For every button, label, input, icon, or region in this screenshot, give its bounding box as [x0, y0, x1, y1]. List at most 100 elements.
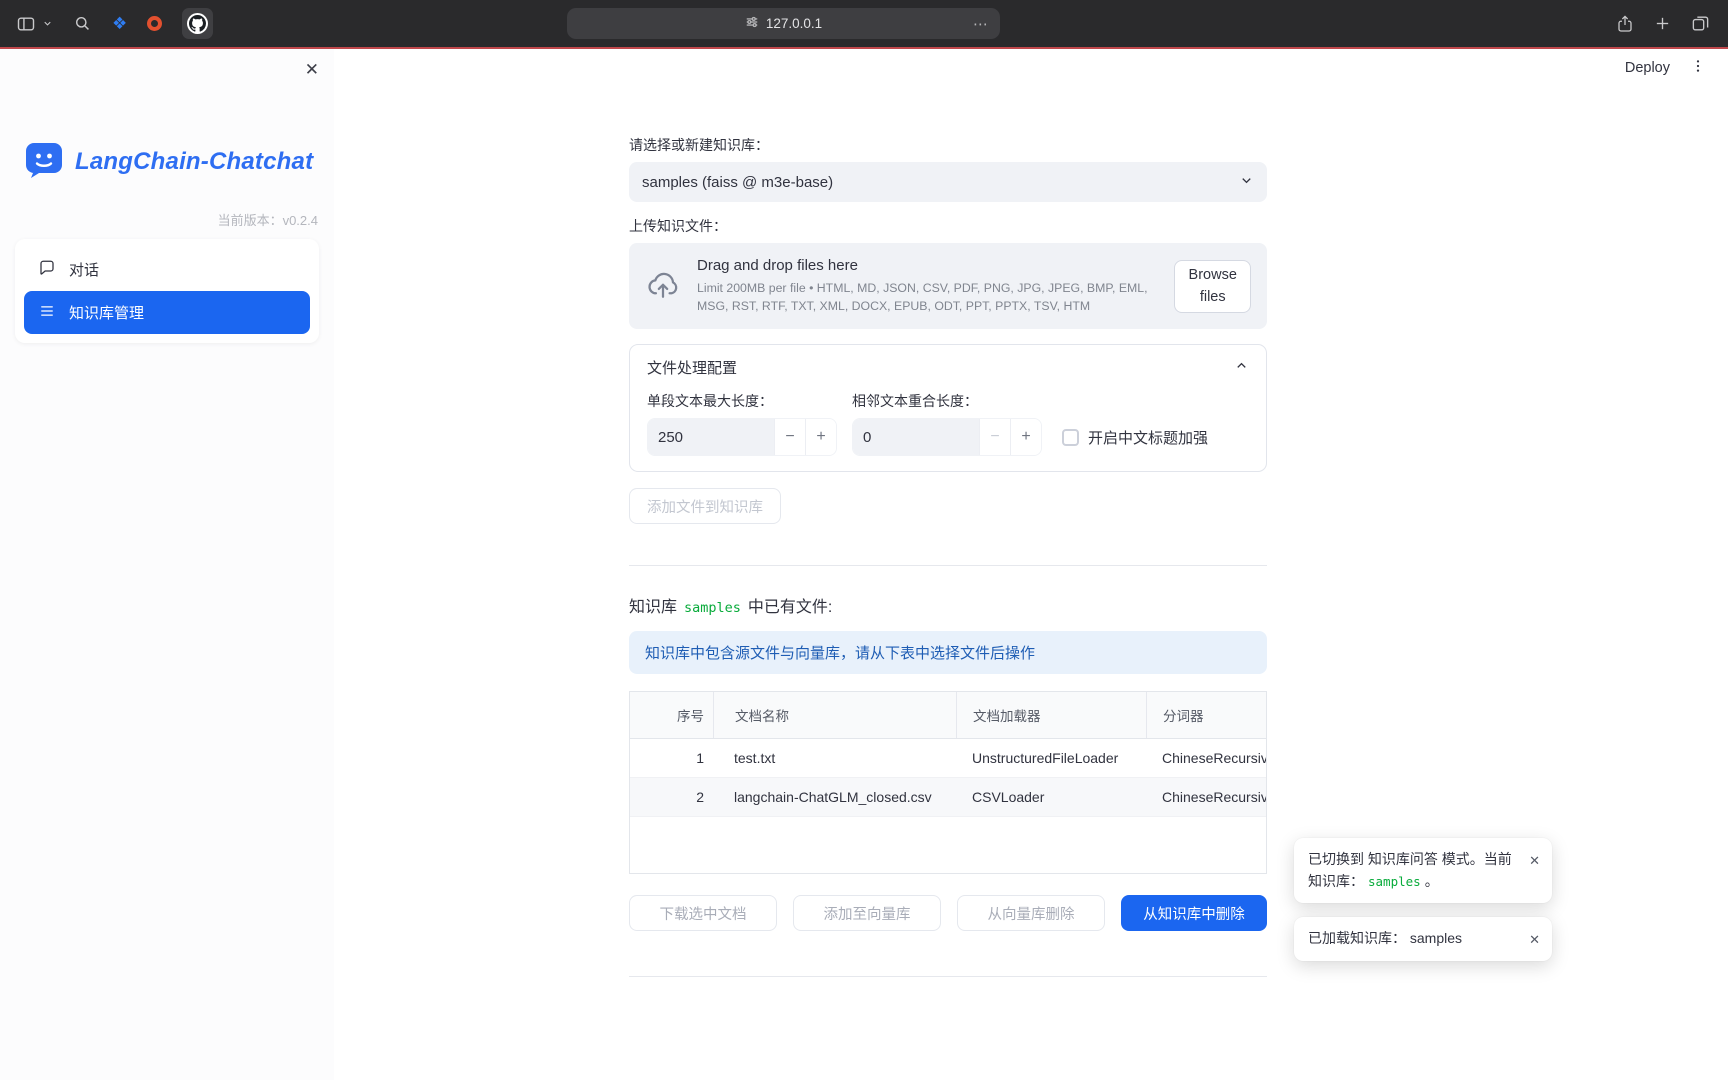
sidebar-toggle-icon[interactable] — [16, 14, 36, 34]
toast-message: 已加载知识库： samples — [1308, 928, 1523, 950]
dropzone-text: Drag and drop files here Limit 200MB per… — [697, 257, 1158, 316]
zh-title-enhance-checkbox[interactable]: 开启中文标题加强 — [1062, 418, 1208, 456]
tab-overview-icon[interactable] — [1691, 14, 1710, 33]
deploy-button[interactable]: Deploy — [1625, 60, 1670, 76]
file-dropzone[interactable]: Drag and drop files here Limit 200MB per… — [629, 243, 1267, 329]
files-heading: 知识库 samples 中已有文件: — [629, 593, 1267, 617]
kb-select[interactable]: samples (faiss @ m3e-base) — [629, 162, 1267, 202]
browser-toolbar: ❖ 127.0.0.1 ⋯ — [0, 0, 1728, 47]
toast-text: 已加载知识库： samples — [1308, 930, 1462, 946]
toast-mode-switched: 已切换到 知识库问答 模式。当前知识库：samples。 ✕ — [1294, 838, 1552, 903]
config-expander-title: 文件处理配置 — [647, 357, 737, 378]
sidebar-item-label: 知识库管理 — [69, 302, 144, 323]
checkbox-label: 开启中文标题加强 — [1088, 427, 1208, 448]
sidebar-item-dialogue[interactable]: 对话 — [24, 248, 310, 291]
action-buttons: 下载选中文档 添加至向量库 从向量库删除 从知识库中删除 — [629, 895, 1267, 931]
sidebar-item-kb-management[interactable]: 知识库管理 — [24, 291, 310, 334]
kb-name-code: samples — [684, 600, 741, 616]
toast-kb-loaded: 已加载知识库： samples ✕ — [1294, 917, 1552, 961]
col-header-index[interactable]: 序号 — [630, 692, 713, 738]
cell-loader: CSVLoader — [956, 778, 1146, 816]
info-banner: 知识库中包含源文件与向量库，请从下表中选择文件后操作 — [629, 631, 1267, 674]
logo-text: LangChain-Chatchat — [75, 148, 313, 176]
url-text: 127.0.0.1 — [766, 16, 822, 31]
toast-close-icon[interactable]: ✕ — [1529, 930, 1540, 950]
github-tab-icon[interactable] — [182, 8, 213, 39]
overlap-size-label: 相邻文本重合长度： — [852, 391, 1042, 411]
files-heading-prefix: 知识库 — [629, 599, 677, 616]
sidebar-close-icon[interactable]: ✕ — [305, 60, 319, 80]
table-row[interactable]: 1 test.txt UnstructuredFileLoader Chines… — [630, 739, 1266, 778]
col-header-docname[interactable]: 文档名称 — [713, 692, 956, 738]
toast-close-icon[interactable]: ✕ — [1529, 851, 1540, 892]
main-content: 请选择或新建知识库： samples (faiss @ m3e-base) 上传… — [629, 135, 1267, 977]
chevron-down-icon — [1239, 173, 1254, 192]
pinned-tab-blue-icon[interactable]: ❖ — [112, 15, 127, 32]
cell-splitter: ChineseRecursiveTe — [1146, 778, 1266, 816]
add-files-button[interactable]: 添加文件到知识库 — [629, 488, 781, 524]
config-expander: 文件处理配置 单段文本最大长度： − + — [629, 344, 1267, 472]
overlap-size-value[interactable] — [853, 419, 979, 455]
toast-message: 已切换到 知识库问答 模式。当前知识库：samples。 — [1308, 849, 1523, 892]
toolbar-right — [1616, 0, 1710, 47]
chat-bubble-icon — [38, 259, 56, 281]
kb-select-value: samples (faiss @ m3e-base) — [642, 174, 833, 191]
kb-list-icon — [38, 302, 56, 324]
toolbar-left: ❖ — [16, 0, 213, 47]
extensions-ellipsis-icon[interactable]: ⋯ — [973, 15, 989, 33]
streamlit-header: Deploy — [1625, 58, 1706, 78]
table-header: 序号 文档名称 文档加载器 分词器 — [630, 692, 1266, 739]
toast-kb-code: samples — [1368, 874, 1421, 889]
overlap-plus-button[interactable]: + — [1010, 419, 1041, 455]
files-table[interactable]: 序号 文档名称 文档加载器 分词器 1 test.txt Unstructure… — [629, 691, 1267, 874]
kb-select-label: 请选择或新建知识库： — [629, 135, 1267, 155]
chunk-size-label: 单段文本最大长度： — [647, 391, 837, 411]
chunk-minus-button[interactable]: − — [774, 419, 805, 455]
cloud-upload-icon — [645, 266, 681, 307]
site-favicon-icon — [745, 15, 759, 32]
config-expander-header[interactable]: 文件处理配置 — [630, 345, 1266, 389]
toast-text: 。 — [1425, 873, 1439, 889]
chunk-size-input: − + — [647, 418, 837, 456]
chunk-size-value[interactable] — [648, 419, 774, 455]
address-bar[interactable]: 127.0.0.1 ⋯ — [567, 8, 1000, 39]
overlap-minus-button[interactable]: − — [979, 419, 1010, 455]
config-expander-body: 单段文本最大长度： − + 相邻文本重合长度： − + — [630, 389, 1266, 471]
col-header-splitter[interactable]: 分词器 — [1146, 692, 1266, 738]
delete-from-vectorstore-button[interactable]: 从向量库删除 — [957, 895, 1105, 931]
new-tab-plus-icon[interactable] — [1654, 15, 1671, 32]
delete-from-kb-button[interactable]: 从知识库中删除 — [1121, 895, 1267, 931]
logo-chat-icon — [24, 139, 64, 184]
sidebar-item-label: 对话 — [69, 259, 99, 280]
files-heading-suffix: 中已有文件: — [748, 599, 832, 616]
table-row[interactable]: 2 langchain-ChatGLM_closed.csv CSVLoader… — [630, 778, 1266, 817]
version-label: 当前版本：v0.2.4 — [0, 210, 318, 229]
browse-files-button[interactable]: Browse files — [1174, 260, 1251, 313]
search-icon[interactable] — [73, 14, 92, 33]
divider — [629, 976, 1267, 977]
upload-label: 上传知识文件： — [629, 216, 1267, 236]
cell-docname: test.txt — [713, 739, 956, 777]
menu-kebab-icon[interactable] — [1690, 58, 1706, 78]
divider — [629, 565, 1267, 566]
screen: ❖ 127.0.0.1 ⋯ — [0, 0, 1728, 1080]
cell-splitter: ChineseRecursiveTe — [1146, 739, 1266, 777]
sidebar: ✕ LangChain-Chatchat 当前版本：v0.2.4 对话 知识库管… — [0, 49, 334, 1080]
chevron-down-icon[interactable] — [42, 18, 53, 29]
app-logo: LangChain-Chatchat — [24, 139, 334, 184]
pinned-tab-ring-icon[interactable] — [147, 16, 162, 31]
checkbox-box[interactable] — [1062, 429, 1079, 446]
cell-index: 1 — [630, 739, 713, 777]
dropzone-title: Drag and drop files here — [697, 257, 1158, 274]
dropzone-limit: Limit 200MB per file • HTML, MD, JSON, C… — [697, 279, 1158, 316]
col-header-loader[interactable]: 文档加载器 — [956, 692, 1146, 738]
chunk-plus-button[interactable]: + — [805, 419, 836, 455]
chevron-up-icon — [1234, 358, 1249, 377]
download-selected-button[interactable]: 下载选中文档 — [629, 895, 777, 931]
overlap-size-input: − + — [852, 418, 1042, 456]
cell-index: 2 — [630, 778, 713, 816]
cell-docname: langchain-ChatGLM_closed.csv — [713, 778, 956, 816]
add-to-vectorstore-button[interactable]: 添加至向量库 — [793, 895, 941, 931]
share-icon[interactable] — [1616, 14, 1634, 33]
github-logo-icon — [187, 13, 208, 34]
